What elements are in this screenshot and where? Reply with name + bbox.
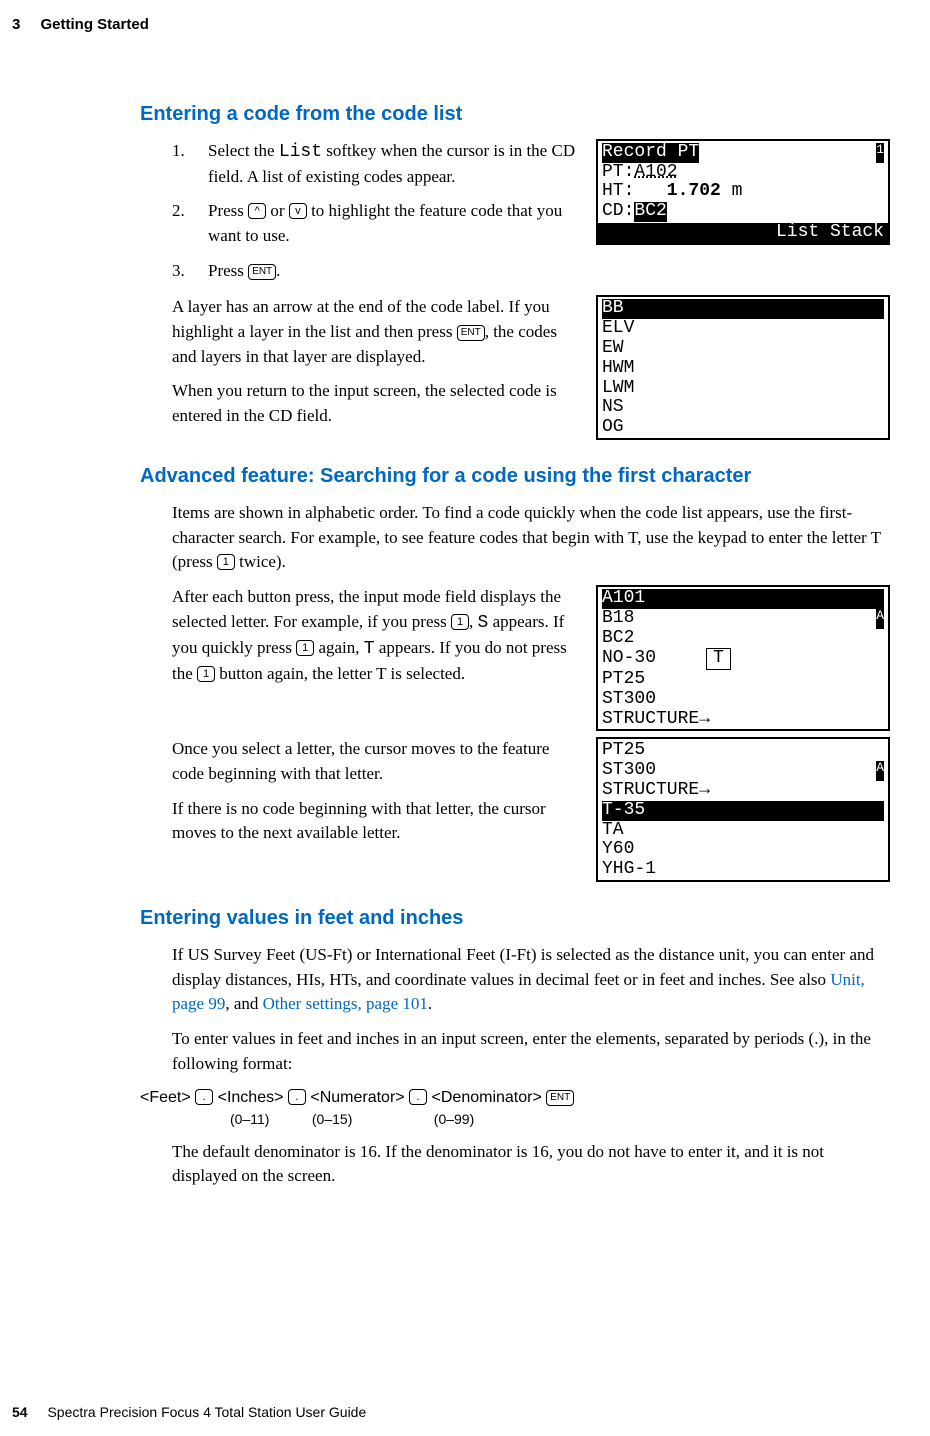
list-item: 3. Press ENT. bbox=[172, 259, 576, 284]
list-item: B18 bbox=[602, 609, 634, 629]
format-token: <Denominator> bbox=[432, 1089, 542, 1106]
chapter-title: Getting Started bbox=[41, 16, 149, 33]
ent-key-icon: ENT bbox=[546, 1090, 574, 1106]
section-title-code-list: Entering a code from the code list bbox=[140, 100, 890, 129]
lcd-label: CD: bbox=[602, 201, 634, 221]
text: Once you select a letter, the cursor mov… bbox=[172, 737, 576, 786]
list-item: HWM bbox=[598, 359, 888, 379]
lcd-softkey-bar: List Stack bbox=[598, 223, 888, 243]
one-key-icon: 1 bbox=[451, 614, 469, 630]
section-title-feet-inches: Entering values in feet and inches bbox=[140, 904, 890, 933]
lcd-value: A102 bbox=[634, 162, 677, 182]
text: Press bbox=[208, 261, 248, 280]
lcd-unit: m bbox=[721, 181, 743, 201]
one-key-icon: 1 bbox=[296, 640, 314, 656]
cross-ref-link[interactable]: Other settings, page 101 bbox=[263, 994, 428, 1013]
text: or bbox=[266, 201, 289, 220]
lcd-value-selected: BC2 bbox=[634, 202, 666, 222]
list-item: STRUCTURE→ bbox=[598, 781, 888, 801]
letter-display: S bbox=[478, 613, 489, 633]
one-key-icon: 1 bbox=[217, 554, 235, 570]
down-key-icon: v bbox=[289, 203, 307, 219]
format-range: (0–15) bbox=[312, 1109, 430, 1129]
input-letter-box: T bbox=[706, 648, 731, 670]
lcd-figure-record-pt: Record PT 1 PT:A102 HT: 1.702 m CD:BC2 L… bbox=[596, 139, 890, 245]
list-item: EW bbox=[598, 339, 888, 359]
lcd-value: 1.702 bbox=[634, 181, 720, 201]
text: Select the bbox=[208, 141, 279, 160]
list-item: OG bbox=[598, 418, 888, 438]
mode-indicator-icon: A bbox=[876, 761, 884, 781]
up-key-icon: ^ bbox=[248, 203, 266, 219]
page-content: Entering a code from the code list 1. Se… bbox=[0, 40, 930, 1189]
lcd-figure-search-result: PT25 ST300 A STRUCTURE→ T-35 TA Y60 YHG-1 bbox=[596, 737, 890, 882]
text: , bbox=[469, 612, 478, 631]
text: button again, the letter T is selected. bbox=[215, 664, 465, 683]
list-item: ST300 bbox=[598, 690, 888, 710]
book-title: Spectra Precision Focus 4 Total Station … bbox=[47, 1404, 366, 1420]
list-item: BB bbox=[602, 299, 884, 319]
list-item: BC2 bbox=[598, 629, 888, 649]
page-number: 54 bbox=[12, 1404, 28, 1420]
text: . bbox=[276, 261, 280, 280]
text: twice). bbox=[235, 552, 286, 571]
format-range: (0–11) bbox=[230, 1109, 308, 1129]
list-item: PT25 bbox=[598, 670, 888, 690]
list-item: ST300 bbox=[602, 761, 656, 781]
ent-key-icon: ENT bbox=[248, 264, 276, 280]
section-title-first-char-search: Advanced feature: Searching for a code u… bbox=[140, 462, 890, 491]
format-token: <Inches> bbox=[218, 1089, 284, 1106]
text: If US Survey Feet (US-Ft) or Internation… bbox=[172, 945, 874, 989]
list-item: STRUCTURE→ bbox=[598, 710, 888, 730]
list-item: Y60 bbox=[598, 840, 888, 860]
step-number: 2. bbox=[172, 199, 208, 248]
text: . bbox=[428, 994, 432, 1013]
format-range: (0–99) bbox=[434, 1109, 474, 1129]
lcd-label: HT: bbox=[602, 181, 634, 201]
lcd-figure-search-t: A101 B18 A BC2 NO-30 T PT25 ST300 STRUCTUR… bbox=[596, 585, 890, 732]
step-number: 3. bbox=[172, 259, 208, 284]
list-item: ELV bbox=[598, 319, 888, 339]
text: The default denominator is 16. If the de… bbox=[172, 1140, 890, 1189]
list-item: YHG-1 bbox=[598, 860, 888, 880]
page-header: 3 Getting Started bbox=[0, 0, 930, 40]
step-number: 1. bbox=[172, 139, 208, 190]
text: To enter values in feet and inches in an… bbox=[172, 1027, 890, 1076]
format-token: <Feet> bbox=[140, 1089, 191, 1106]
ent-key-icon: ENT bbox=[457, 325, 485, 341]
dot-key-icon: . bbox=[195, 1089, 213, 1105]
list-item: A101 bbox=[602, 589, 884, 609]
dot-key-icon: . bbox=[409, 1089, 427, 1105]
text: If there is no code beginning with that … bbox=[172, 797, 576, 846]
text: When you return to the input screen, the… bbox=[172, 379, 576, 428]
list-item: LWM bbox=[598, 379, 888, 399]
list-item: 2. Press ^ or v to highlight the feature… bbox=[172, 199, 576, 248]
chapter-number: 3 bbox=[12, 16, 20, 33]
softkey-label: List bbox=[279, 142, 322, 162]
list-item: NS bbox=[598, 398, 888, 418]
lcd-figure-layer-list: BB ELV EW HWM LWM NS OG bbox=[596, 295, 890, 440]
letter-display: T bbox=[364, 639, 375, 659]
lcd-label: PT: bbox=[602, 162, 634, 182]
one-key-icon: 1 bbox=[197, 666, 215, 682]
dot-key-icon: . bbox=[288, 1089, 306, 1105]
list-item: 1. Select the List softkey when the curs… bbox=[172, 139, 576, 190]
format-token: <Numerator> bbox=[310, 1089, 404, 1106]
list-item: NO-30 bbox=[602, 648, 656, 668]
list-item: T-35 bbox=[602, 801, 884, 821]
list-item: PT25 bbox=[598, 741, 888, 761]
page-footer: 54 Spectra Precision Focus 4 Total Stati… bbox=[12, 1402, 366, 1422]
list-item: TA bbox=[598, 821, 888, 841]
text: Press bbox=[208, 201, 248, 220]
input-format-diagram: <Feet> . <Inches> . <Numerator> . <Denom… bbox=[140, 1086, 890, 1129]
text: , and bbox=[225, 994, 262, 1013]
text: again, bbox=[314, 638, 364, 657]
page-indicator-icon: 1 bbox=[876, 143, 884, 163]
mode-indicator-icon: A bbox=[876, 609, 884, 629]
lcd-title: Record PT bbox=[602, 143, 699, 163]
